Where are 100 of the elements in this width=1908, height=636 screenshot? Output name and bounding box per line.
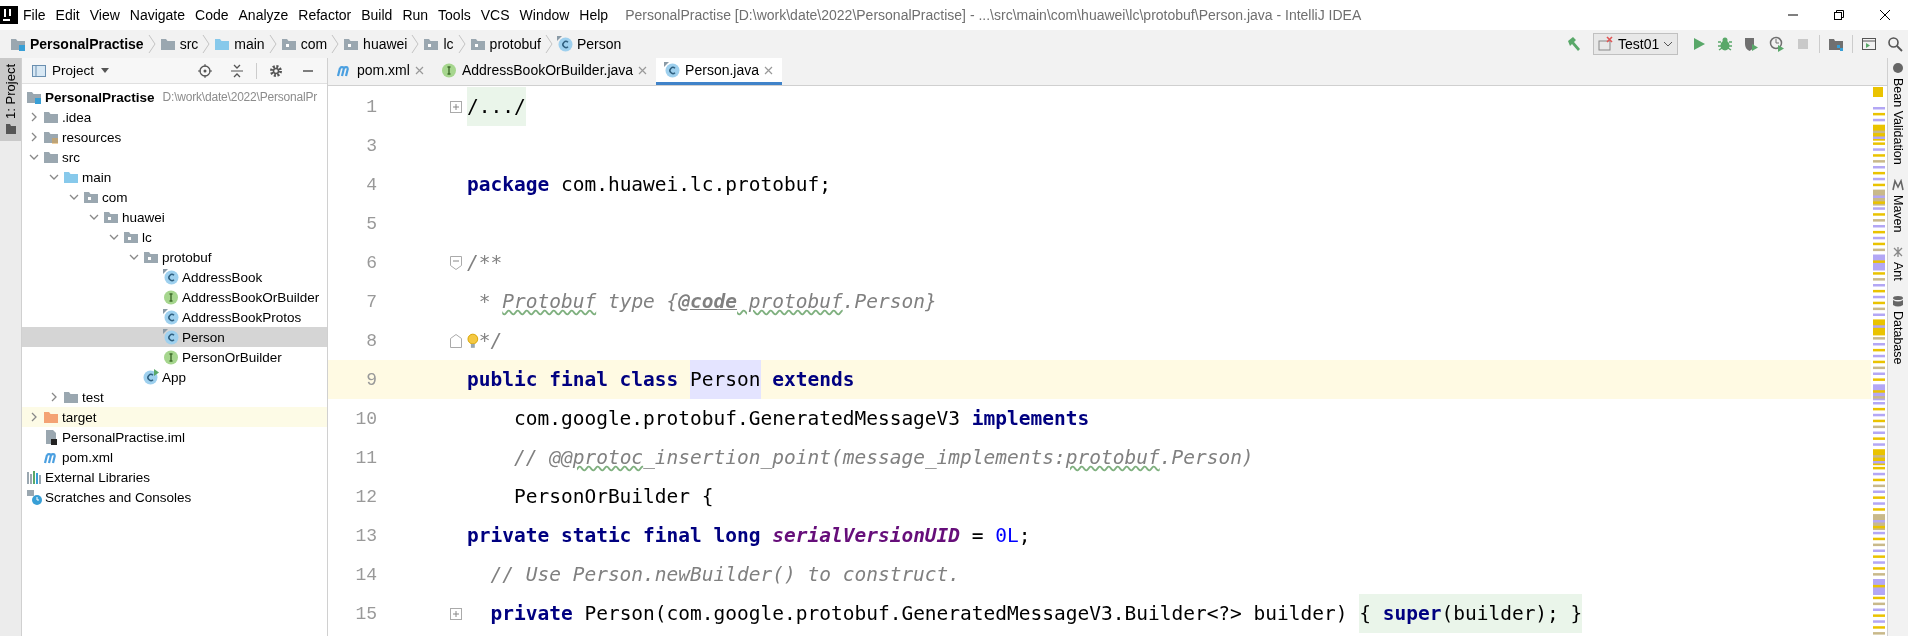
tree-item[interactable]: test: [22, 387, 327, 407]
tree-item[interactable]: .idea: [22, 107, 327, 127]
tree-item[interactable]: AddressBookOrBuilder: [22, 287, 327, 307]
breadcrumb[interactable]: main: [210, 31, 269, 57]
lightbulb-icon: [467, 332, 479, 349]
code-line: com.google.protobuf.GeneratedMessageV3 implements: [512, 406, 1090, 432]
line-number: 5: [365, 213, 377, 234]
menu-item[interactable]: Window: [514, 0, 575, 30]
breadcrumb[interactable]: lc: [419, 31, 458, 57]
menu-item[interactable]: VCS: [475, 0, 515, 30]
run-icon: [1691, 36, 1707, 52]
code-line: public final class Person extends: [467, 360, 855, 399]
separator-icon: [457, 34, 466, 54]
circle-icon: [1892, 62, 1904, 74]
package-folder-icon: [423, 37, 440, 51]
restore-icon: [1833, 9, 1845, 21]
hammer-icon: [1566, 36, 1582, 52]
hide-icon: [303, 69, 313, 72]
tree-item[interactable]: Person: [22, 327, 327, 347]
breadcrumb[interactable]: protobuf: [465, 31, 545, 57]
menu-item[interactable]: Help: [574, 0, 614, 30]
line-number: 1: [365, 96, 377, 117]
tree-item[interactable]: App: [22, 367, 327, 387]
tool-window-button[interactable]: Maven: [1888, 178, 1908, 233]
tree-item[interactable]: Scratches and Consoles: [22, 487, 327, 507]
code-line: private Person(com.google.protobuf.GeneratedMessageV3.Builder<?> builder) { super(builder); }: [467, 594, 1583, 633]
fold-plus-icon: [450, 607, 462, 620]
class-icon: [664, 62, 681, 78]
editor-tab[interactable]: Person.java: [656, 58, 783, 85]
menu-item[interactable]: Analyze: [233, 0, 294, 30]
tree-item[interactable]: lc: [22, 227, 327, 247]
search-icon: [1887, 36, 1903, 52]
tree-item[interactable]: External Libraries: [22, 467, 327, 487]
menu-item[interactable]: Tools: [433, 0, 476, 30]
project-view-dropdown[interactable]: Project: [30, 63, 113, 78]
menu-item[interactable]: View: [84, 0, 125, 30]
class-icon: [163, 269, 179, 285]
settings-icon: [269, 63, 283, 78]
close-icon: [1879, 9, 1891, 21]
menu-item[interactable]: File: [18, 0, 51, 30]
code-line: PersonOrBuilder {: [512, 484, 714, 510]
separator-icon: [411, 34, 420, 54]
breadcrumb[interactable]: huawei: [339, 31, 412, 57]
tree-item[interactable]: PersonOrBuilder: [22, 347, 327, 367]
tree-item[interactable]: main: [22, 167, 327, 187]
editor-tab[interactable]: pom.xml: [328, 58, 433, 85]
line-number: 10: [354, 408, 377, 429]
interface-icon: [163, 349, 179, 365]
class-icon: [163, 329, 179, 345]
tree-item[interactable]: AddressBookProtos: [22, 307, 327, 327]
breadcrumb[interactable]: Person: [553, 31, 626, 57]
menu-item[interactable]: Edit: [50, 0, 85, 30]
menu-item[interactable]: Code: [190, 0, 234, 30]
breadcrumb[interactable]: PersonalPractise: [6, 31, 148, 57]
tree-item[interactable]: com: [22, 187, 327, 207]
tree-item[interactable]: target: [22, 407, 327, 427]
separator-icon: [545, 34, 553, 54]
menu-item[interactable]: Navigate: [124, 0, 191, 30]
line-number: 12: [354, 486, 377, 507]
package-folder-icon: [123, 230, 139, 244]
tool-window-button[interactable]: Database: [1888, 294, 1908, 365]
package-folder-icon: [469, 37, 486, 51]
tree-item[interactable]: huawei: [22, 207, 327, 227]
caret-down-icon: [1663, 40, 1674, 48]
code-line: // Use Person.newBuilder() to construct.: [489, 562, 961, 588]
breadcrumb[interactable]: src: [155, 31, 203, 57]
project-tool-button[interactable]: 1: Project: [0, 58, 21, 141]
code-line: /**: [467, 250, 503, 276]
package-folder-icon: [143, 250, 159, 264]
line-number: 8: [365, 330, 377, 351]
resources-folder-icon: [43, 130, 59, 144]
tree-item[interactable]: AddressBook: [22, 267, 327, 287]
menu-item[interactable]: Run: [397, 0, 434, 30]
close-icon: [638, 65, 648, 75]
class-icon: [557, 36, 573, 52]
folder-icon: [43, 410, 59, 424]
tree-item[interactable]: PersonalPractise.iml: [22, 427, 327, 447]
code-line: // @@protoc_insertion_point(message_implements:protobuf.Person): [512, 445, 1254, 471]
breadcrumb[interactable]: com: [276, 31, 332, 57]
package-folder-icon: [343, 37, 360, 51]
tree-item[interactable]: src: [22, 147, 327, 167]
line-number: 15: [354, 603, 377, 624]
coverage-icon: [1743, 36, 1759, 52]
tree-item[interactable]: PersonalPractise D:\work\date\2022\PersonalPr: [22, 87, 327, 107]
tree-item[interactable]: pom.xml: [22, 447, 327, 467]
tool-window-button[interactable]: Ant: [1888, 246, 1908, 281]
code-line: * Protobuf type {@code protobuf.Person}: [477, 289, 937, 315]
line-number: 4: [365, 174, 377, 195]
tree-item[interactable]: protobuf: [22, 247, 327, 267]
menu-item[interactable]: Refactor: [293, 0, 357, 30]
folder-icon: [4, 122, 17, 135]
run-configuration-dropdown[interactable]: Test01: [1593, 33, 1678, 55]
fold-end-icon: [450, 333, 462, 348]
project-folder-icon: [26, 90, 42, 104]
tree-item[interactable]: resources: [22, 127, 327, 147]
tool-window-button[interactable]: Bean Validation: [1888, 62, 1908, 165]
folder-icon: [63, 170, 79, 184]
module-file-icon: [43, 429, 59, 445]
menu-item[interactable]: Build: [356, 0, 398, 30]
editor-tab[interactable]: AddressBookOrBuilder.java: [432, 58, 657, 85]
